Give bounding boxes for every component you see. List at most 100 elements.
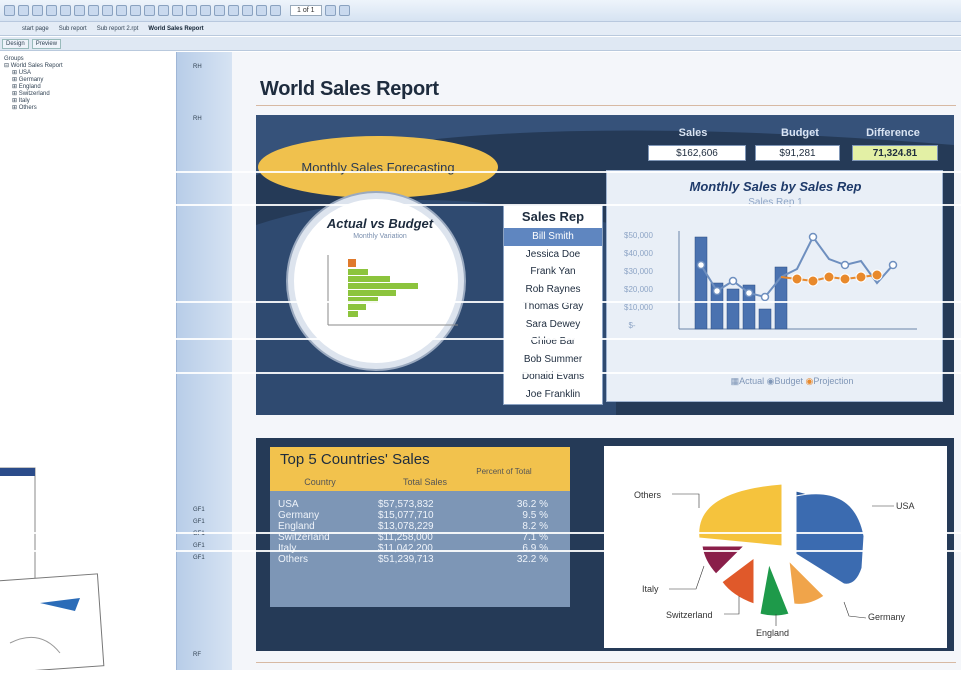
- page-indicator[interactable]: 1 of 1: [290, 5, 322, 16]
- tree-header: Groups: [4, 56, 24, 62]
- pie-slice-england: [759, 562, 790, 617]
- table-cell: 32.2 %: [516, 554, 548, 565]
- table-cell: $11,042,200: [378, 543, 433, 554]
- thumbnail-overlay: [0, 443, 190, 674]
- table-cell: $13,078,229: [378, 521, 434, 532]
- refresh-icon[interactable]: [46, 5, 57, 16]
- group-tree: Groups ⊟ World Sales Report ⊞ USA ⊞ Germ…: [0, 52, 176, 442]
- variance-bar: [348, 311, 358, 317]
- pie-slice-switzerland: [721, 557, 755, 605]
- table-cell: 6.9 %: [522, 543, 548, 554]
- variance-marker: [348, 259, 356, 267]
- document-tabs: start page Sub report Sub report 2.rpt W…: [0, 22, 961, 36]
- projection-point: [807, 275, 819, 287]
- pie-slice-others: [698, 483, 783, 547]
- tab-preview[interactable]: Preview: [31, 38, 62, 49]
- table-cell: Others: [278, 554, 309, 565]
- print-icon[interactable]: [60, 5, 71, 16]
- save-icon[interactable]: [32, 5, 43, 16]
- col-percent: Percent of Total: [476, 467, 532, 476]
- actual-bar: [694, 236, 708, 330]
- projection-point: [839, 273, 851, 285]
- budget-point: [712, 286, 722, 296]
- budget-point: [760, 292, 770, 302]
- table-cell: USA: [278, 499, 299, 510]
- sales-rep-item[interactable]: Sara Dewey: [504, 316, 602, 334]
- sales-rep-item[interactable]: Bill Smith: [504, 228, 602, 246]
- next-page-icon[interactable]: [324, 5, 336, 16]
- sales-rep-item[interactable]: Bob Summer: [504, 351, 602, 369]
- projection-point: [823, 271, 835, 283]
- copy-icon[interactable]: [116, 5, 127, 16]
- group-icon[interactable]: [186, 5, 197, 16]
- sales-rep-item[interactable]: Rob Raynes: [504, 281, 602, 299]
- sales-rep-item[interactable]: Frank Yan: [504, 263, 602, 281]
- tab-world-sales-report[interactable]: World Sales Report: [148, 26, 203, 32]
- tab-sub-report-2[interactable]: Sub report 2.rpt: [97, 26, 139, 32]
- new-icon[interactable]: [4, 5, 15, 16]
- table-row: Germany $15,077,710 9.5 %: [278, 510, 558, 521]
- tree-item-label: Germany: [18, 77, 44, 83]
- table-cell: 8.2 %: [522, 521, 548, 532]
- last-page-icon[interactable]: [338, 5, 350, 16]
- scanline: [0, 301, 961, 303]
- sort-icon[interactable]: [200, 5, 211, 16]
- tree-item[interactable]: ⊞ Others: [4, 105, 172, 112]
- tree-root-label: World Sales Report: [10, 63, 63, 69]
- sales-rep-list: Sales Rep Bill Smith Jessica Doe Frank Y…: [503, 205, 603, 405]
- actual-bar: [758, 308, 772, 330]
- legend-actual: Actual: [739, 376, 765, 386]
- tree-root[interactable]: ⊟ World Sales Report: [4, 63, 172, 70]
- pie-label-england: England: [756, 628, 790, 638]
- actual-bar: [726, 288, 740, 330]
- divider: [256, 105, 956, 106]
- zoom-icon[interactable]: [228, 5, 239, 16]
- field-icon[interactable]: [172, 5, 183, 16]
- sales-rep-header: Sales Rep: [521, 209, 585, 224]
- tree-item[interactable]: ⊞ USA: [4, 70, 172, 77]
- top5-title: Top 5 Countries' Sales: [280, 451, 430, 468]
- sales-rep-item[interactable]: Chloe Bar: [504, 333, 602, 351]
- cut-icon[interactable]: [102, 5, 113, 16]
- tree-item[interactable]: ⊞ England: [4, 84, 172, 91]
- tab-sub-report[interactable]: Sub report: [59, 26, 87, 32]
- prev-page-icon[interactable]: [270, 5, 281, 16]
- page-title: World Sales Report: [260, 78, 439, 100]
- table-cell: $15,077,710: [378, 510, 434, 521]
- sales-rep-item[interactable]: Joe Franklin: [504, 386, 602, 404]
- filter-icon[interactable]: [214, 5, 225, 16]
- open-icon[interactable]: [18, 5, 29, 16]
- tree-item-label: Switzerland: [18, 91, 50, 97]
- difference-value: 71,324.81: [852, 145, 938, 161]
- tree-item[interactable]: ⊞ Switzerland: [4, 91, 172, 98]
- redo-icon[interactable]: [88, 5, 99, 16]
- tree-item-label: Italy: [18, 98, 30, 104]
- first-page-icon[interactable]: [256, 5, 267, 16]
- tree-item[interactable]: ⊞ Italy: [4, 98, 172, 105]
- thumbnail-pages: [0, 467, 105, 674]
- budget-point: [888, 260, 898, 270]
- budget-point: [744, 288, 754, 298]
- search-icon[interactable]: [242, 5, 253, 16]
- undo-icon[interactable]: [74, 5, 85, 16]
- format-icon[interactable]: [144, 5, 155, 16]
- divider: [256, 662, 956, 663]
- sales-header: Sales: [678, 127, 708, 139]
- sales-rep-item[interactable]: Donald Evans: [504, 368, 602, 386]
- tab-design[interactable]: Design: [2, 38, 29, 49]
- tab-start-page[interactable]: start page: [22, 26, 49, 32]
- scanline: [0, 550, 961, 552]
- paste-icon[interactable]: [130, 5, 141, 16]
- budget-header: Budget: [781, 127, 819, 139]
- table-cell: $51,239,713: [378, 554, 434, 565]
- sales-rep-item[interactable]: Jessica Doe: [504, 246, 602, 264]
- pie-label-germany: Germany: [868, 612, 906, 622]
- country-pie-chart: Others USA Germany England Switzerland I…: [604, 446, 947, 648]
- tree-item[interactable]: ⊞ Germany: [4, 77, 172, 84]
- table-row: England $13,078,229 8.2 %: [278, 521, 558, 532]
- col-total-sales: Total Sales: [402, 477, 448, 487]
- section-marker: RH: [193, 64, 202, 70]
- section-marker: GF1: [193, 507, 205, 513]
- chart-icon[interactable]: [158, 5, 169, 16]
- table-row: USA $57,573,832 36.2 %: [278, 499, 558, 510]
